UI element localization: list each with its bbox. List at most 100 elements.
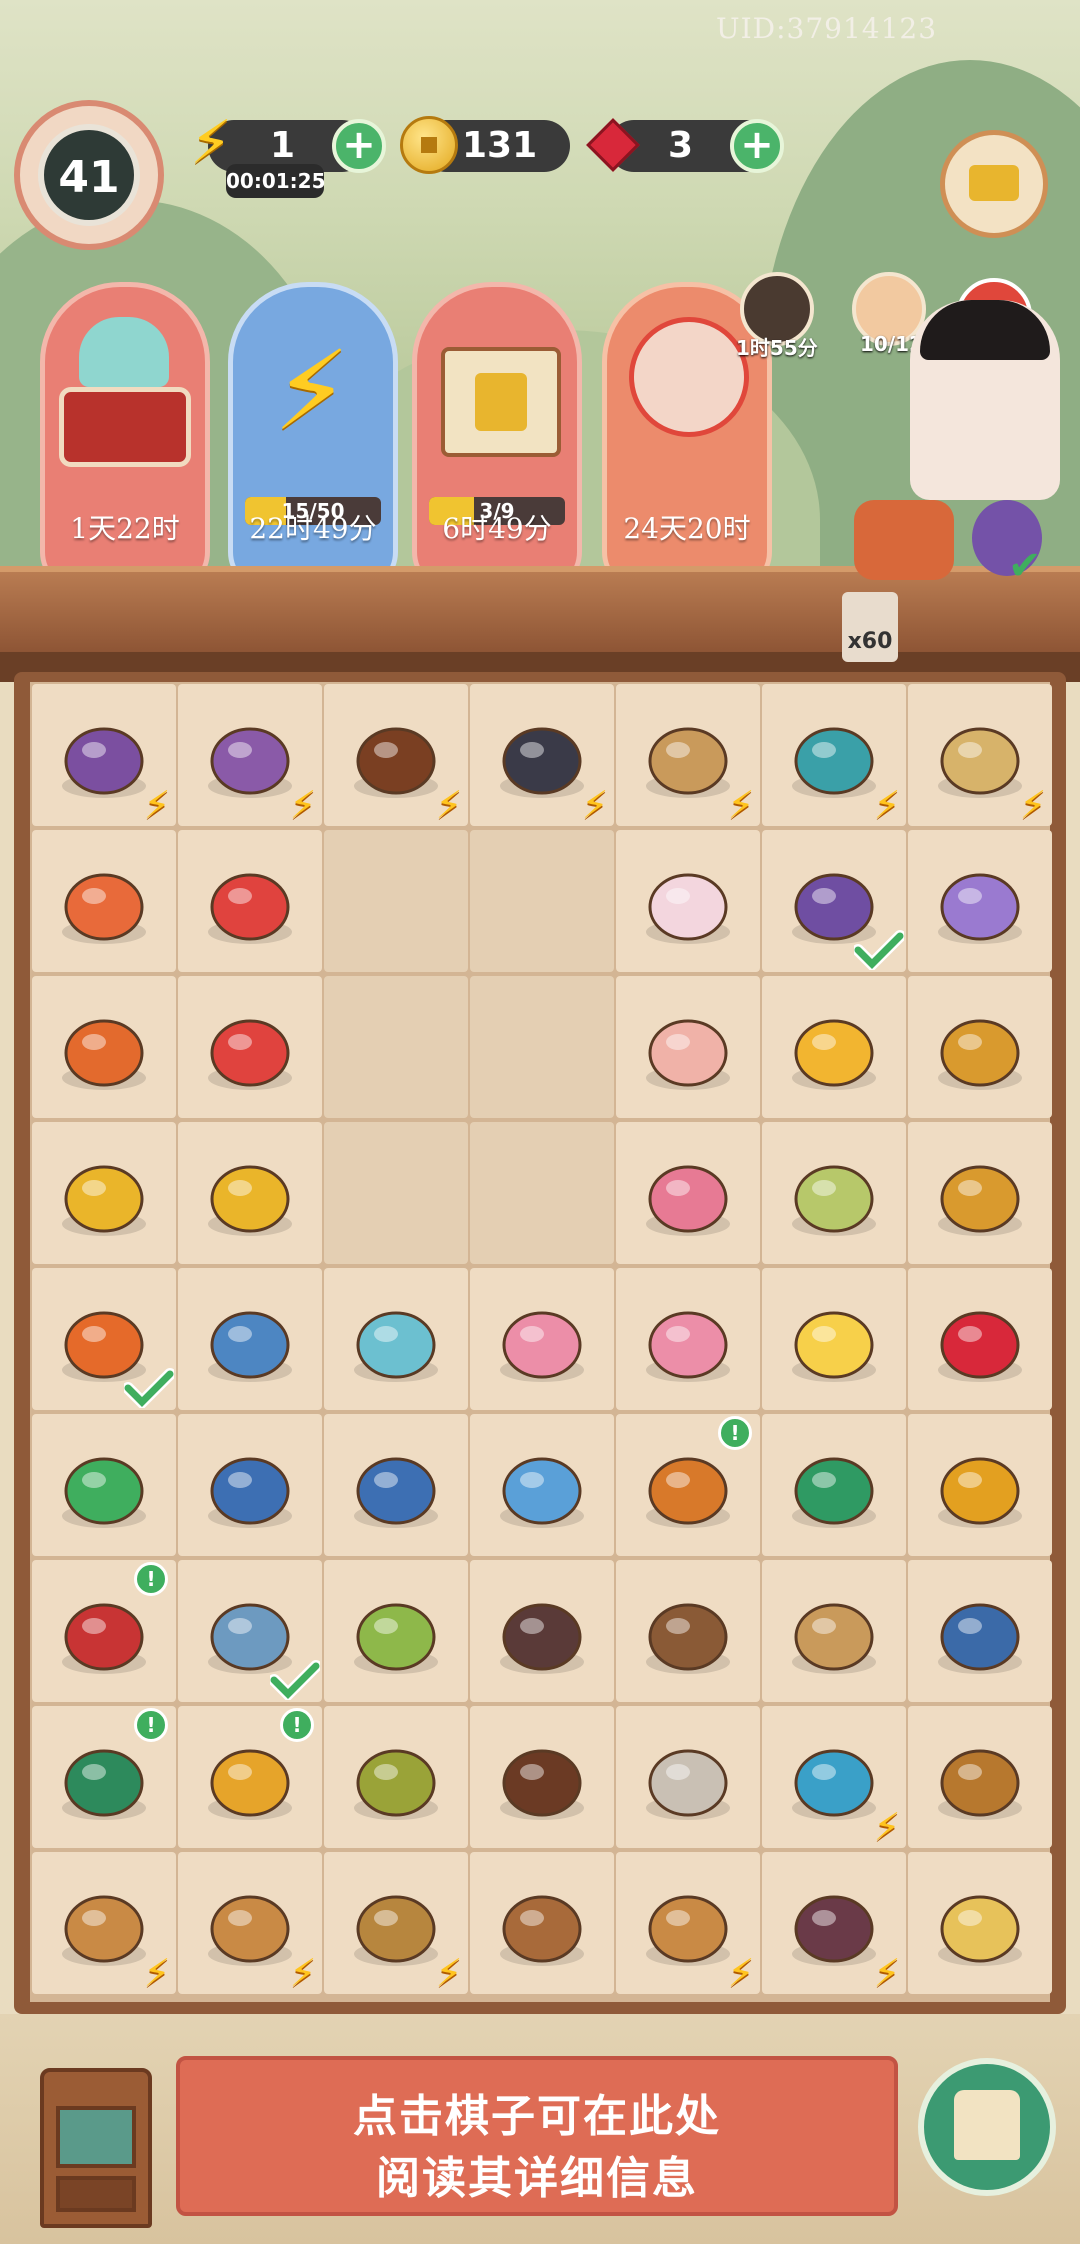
board-cell[interactable] [616, 1122, 760, 1264]
board-cell[interactable] [908, 1122, 1052, 1264]
board-cell[interactable] [908, 976, 1052, 1118]
board-cell[interactable]: ⚡ [470, 684, 614, 826]
board-cell[interactable] [616, 976, 760, 1118]
board-cell[interactable] [470, 1706, 614, 1848]
player-level-badge[interactable]: 41 [14, 100, 164, 250]
board-cell[interactable]: ⚡ [32, 1852, 176, 1994]
board-cell[interactable] [178, 976, 322, 1118]
board-cell[interactable]: ⚡ [616, 1852, 760, 1994]
board-cell[interactable] [616, 830, 760, 972]
board-cell[interactable] [762, 1414, 906, 1556]
mystery-gift-icon[interactable] [54, 1436, 154, 1536]
board-cell[interactable] [762, 1560, 906, 1702]
tea-pot-stand-icon[interactable] [930, 1582, 1030, 1682]
board-cell[interactable] [324, 1706, 468, 1848]
fried-rice-icon[interactable] [784, 998, 884, 1098]
board-cell[interactable] [762, 1122, 906, 1264]
board-cell[interactable] [908, 830, 1052, 972]
board-cell[interactable] [324, 1560, 468, 1702]
coin-stack-icon[interactable] [54, 1144, 154, 1244]
board-cell[interactable] [762, 1268, 906, 1410]
red-tin-icon[interactable] [54, 1582, 154, 1682]
event-card-drum[interactable]: 1天22时 [40, 282, 210, 592]
gold-coin-icon[interactable] [200, 1144, 300, 1244]
peach-cakes-icon[interactable] [638, 1290, 738, 1390]
empty-cell[interactable] [470, 976, 614, 1118]
board-cell[interactable] [32, 830, 176, 972]
board-cell[interactable] [178, 1414, 322, 1556]
board-cell[interactable]: ⚡ [32, 684, 176, 826]
board-cell[interactable]: ⚡ [178, 1852, 322, 1994]
cotton-bowl-icon[interactable] [638, 1582, 738, 1682]
woven-basket-icon[interactable] [346, 1728, 446, 1828]
watermelon-slices-icon[interactable] [200, 852, 300, 952]
add-energy-button[interactable]: + [332, 119, 386, 173]
shop-button[interactable] [940, 130, 1048, 238]
rooster-nest-icon[interactable] [930, 1144, 1030, 1244]
tea-bowl-icon[interactable] [200, 1436, 300, 1536]
board-cell[interactable] [178, 1560, 322, 1703]
gold-bag-icon[interactable] [200, 1728, 300, 1828]
fruit-bowl-icon[interactable] [54, 998, 154, 1098]
empty-cell[interactable] [470, 1122, 614, 1264]
egg-nest-icon[interactable] [930, 1728, 1030, 1828]
board-cell[interactable] [32, 976, 176, 1118]
fruit-plate-icon[interactable] [54, 852, 154, 952]
tea-cup-icon[interactable] [200, 1290, 300, 1390]
board-cell[interactable]: ! [32, 1560, 176, 1702]
add-gems-button[interactable]: + [730, 119, 784, 173]
board-cell[interactable]: ! [616, 1414, 760, 1556]
energy-gourd-icon[interactable] [784, 1436, 884, 1536]
rabbit-cake-icon[interactable] [638, 852, 738, 952]
peach-cake-icon[interactable] [492, 1290, 592, 1390]
board-cell[interactable] [762, 976, 906, 1118]
board-cell[interactable] [178, 1268, 322, 1410]
empty-cell[interactable] [324, 830, 468, 972]
peas-rice-icon[interactable] [784, 1144, 884, 1244]
event-card-book[interactable]: 3/9 6时49分 [412, 282, 582, 592]
watermelon-slice-icon[interactable] [200, 998, 300, 1098]
hen-nest-icon[interactable] [930, 998, 1030, 1098]
board-cell[interactable] [908, 1560, 1052, 1702]
board-cell[interactable] [616, 1560, 760, 1702]
board-cell[interactable] [470, 1560, 614, 1702]
board-cell[interactable]: ⚡ [324, 1852, 468, 1994]
storage-cabinet-button[interactable] [40, 2068, 152, 2228]
energy-jar-icon[interactable] [930, 1436, 1030, 1536]
event-card-energy[interactable]: ⚡ 15/50 22时49分 [228, 282, 398, 592]
ink-stone-icon[interactable] [492, 1582, 592, 1682]
tea-crate-icon[interactable] [784, 1582, 884, 1682]
board-cell[interactable] [908, 1268, 1052, 1410]
board-cell[interactable] [178, 830, 322, 972]
board-cell[interactable] [324, 1268, 468, 1410]
board-cell[interactable] [908, 1706, 1052, 1848]
board-cell[interactable]: ⚡ [762, 1852, 906, 1994]
board-cell[interactable] [762, 830, 906, 973]
board-cell[interactable] [908, 1414, 1052, 1556]
fried-egg-icon[interactable] [784, 1290, 884, 1390]
empty-cell[interactable] [324, 976, 468, 1118]
board-cell[interactable] [32, 1268, 176, 1411]
ruby-pile-icon[interactable] [930, 1290, 1030, 1390]
board-cell[interactable]: ⚡ [908, 684, 1052, 826]
board-cell[interactable] [616, 1268, 760, 1410]
board-cell[interactable] [908, 1852, 1052, 1994]
tea-cup-blue-icon[interactable] [346, 1436, 446, 1536]
mochi-icon[interactable] [638, 998, 738, 1098]
bamboo-icon[interactable] [346, 1582, 446, 1682]
board-cell[interactable]: ⚡ [616, 684, 760, 826]
chick-nest-icon[interactable] [930, 1874, 1030, 1974]
board-cell[interactable]: ⚡ [762, 1706, 906, 1848]
board-cell[interactable]: ! [178, 1706, 322, 1848]
empty-cell[interactable] [324, 1122, 468, 1264]
porcelain-cup-icon[interactable] [492, 1436, 592, 1536]
brush-ruler-icon[interactable] [492, 1874, 592, 1974]
empty-cell[interactable] [470, 830, 614, 972]
board-cell[interactable] [178, 1122, 322, 1264]
board-cell[interactable] [32, 1414, 176, 1556]
jade-ring-icon[interactable] [346, 1290, 446, 1390]
board-cell[interactable]: ⚡ [762, 684, 906, 826]
wooden-box-icon[interactable] [492, 1728, 592, 1828]
board-cell[interactable]: ! [32, 1706, 176, 1848]
board-cell[interactable]: ⚡ [324, 684, 468, 826]
